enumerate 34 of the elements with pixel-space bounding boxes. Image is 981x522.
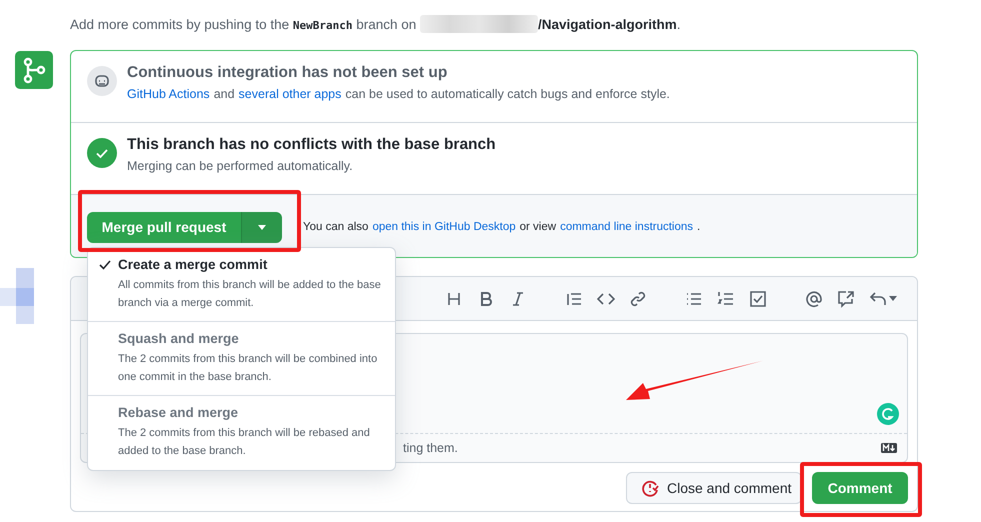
check-title: This branch has no conflicts with the base branch <box>127 135 496 155</box>
link[interactable]: GitHub Actions <box>127 87 210 101</box>
task-icon[interactable] <box>749 290 767 308</box>
link[interactable]: several other apps <box>238 87 342 101</box>
merge-button[interactable]: Merge pull request <box>87 212 241 242</box>
close-and-comment-button[interactable]: Close and comment <box>626 472 802 504</box>
help-text: You can also <box>303 221 368 233</box>
check-title: Continuous integration has not been set up <box>127 63 448 83</box>
robot-icon <box>87 66 117 96</box>
markdown-icon <box>881 443 897 453</box>
help-text: or view <box>520 221 556 233</box>
merge-options-button[interactable] <box>241 212 282 242</box>
link[interactable]: command line instructions <box>560 221 694 233</box>
intro-text: Add more commits by pushing to the NewBranch branch on /Navigation-algorithm. <box>69 14 682 35</box>
issue-closed-icon <box>641 479 659 497</box>
check-description: Merging can be performed automatically. <box>127 159 353 173</box>
menu-item[interactable]: Squash and merge The 2 commits from this branch will be combined into one commit in the base branch. <box>88 322 395 396</box>
check-description: can be used to automatically catch bugs and enforce style. <box>345 87 670 101</box>
help-text: . <box>697 221 700 233</box>
caret-icon <box>258 224 266 230</box>
branch-icon <box>15 51 53 89</box>
check-description: and <box>214 87 235 101</box>
link[interactable]: open this in GitHub Desktop <box>372 221 516 233</box>
link-icon[interactable] <box>629 290 647 308</box>
menu-item[interactable]: Create a merge commit All commits from this branch will be added to the base branch via a merge commit. <box>88 248 395 322</box>
mention-icon[interactable] <box>805 290 823 308</box>
caret-icon[interactable] <box>889 296 897 301</box>
undo-icon[interactable] <box>869 290 887 308</box>
number-icon[interactable] <box>717 290 735 308</box>
reference-icon[interactable] <box>837 290 855 308</box>
check-circle-icon <box>87 138 117 168</box>
comment-button[interactable]: Comment <box>812 472 908 504</box>
check-icon <box>99 260 111 270</box>
hint-text: ting them. <box>403 441 458 455</box>
